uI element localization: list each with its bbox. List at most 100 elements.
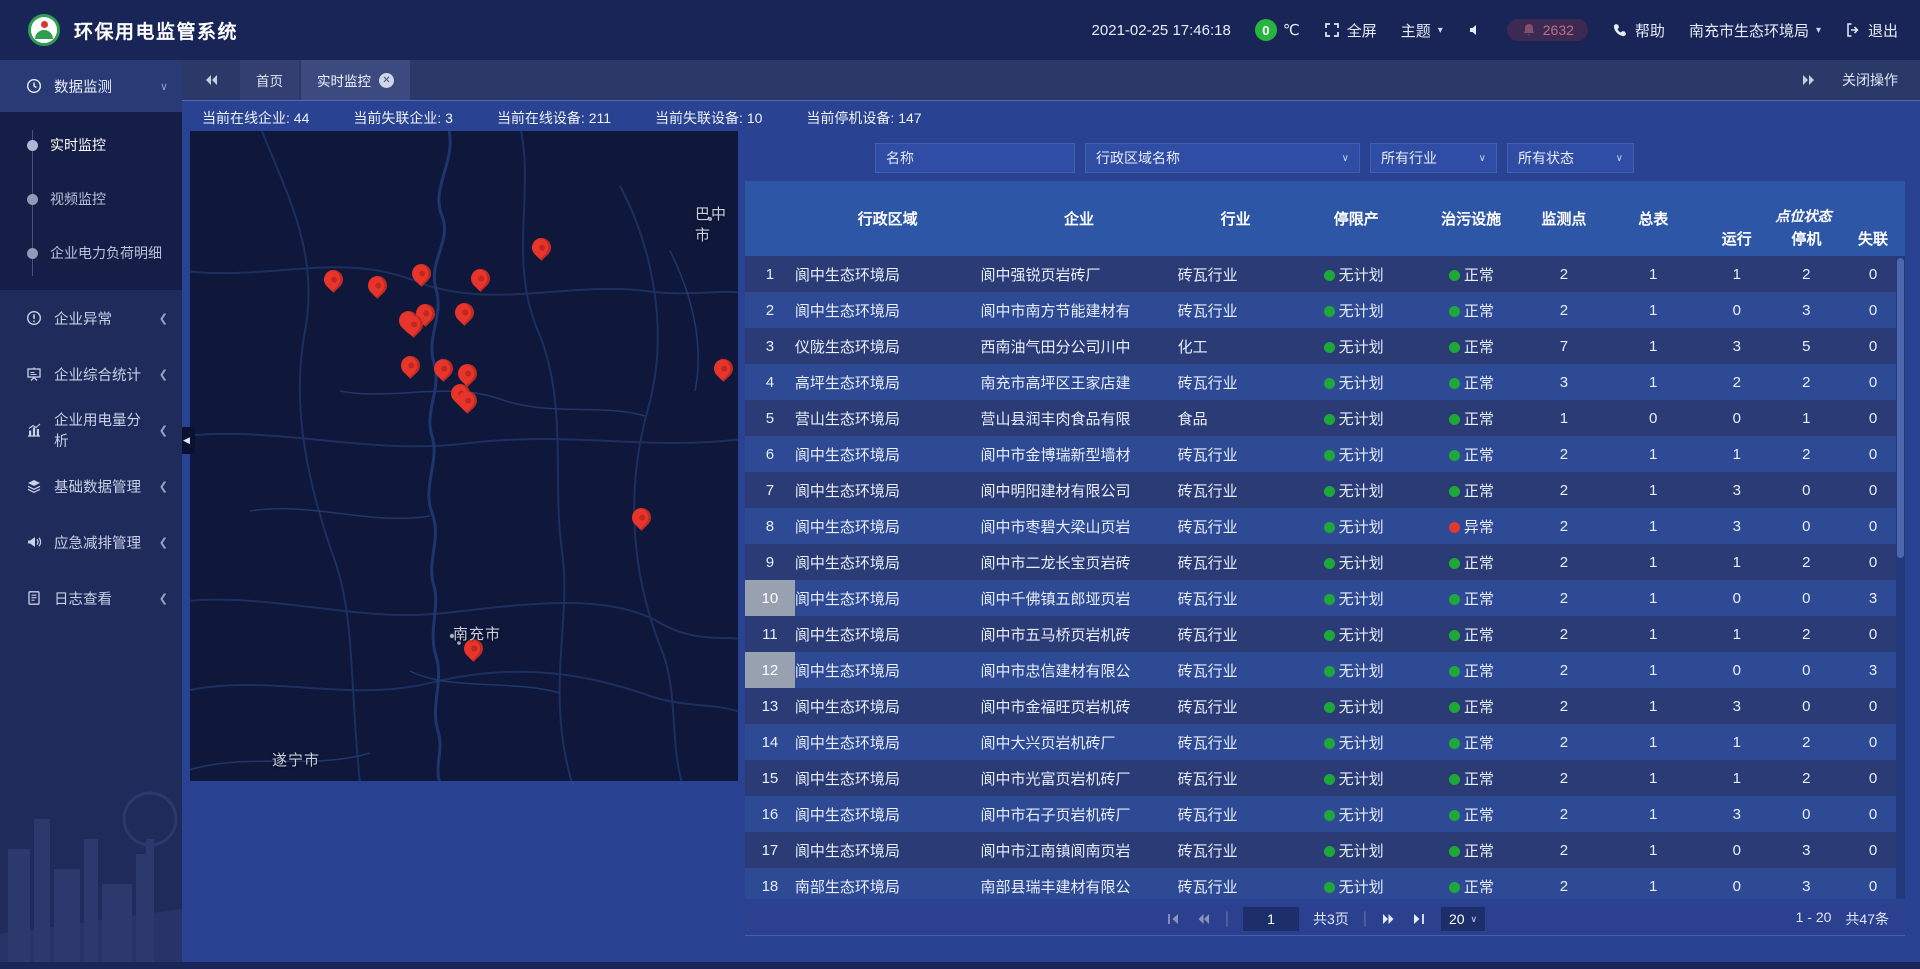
- last-page-button[interactable]: [1411, 911, 1427, 927]
- sidebar-group-clock[interactable]: 数据监测∨: [0, 60, 182, 112]
- status-dot: [1449, 306, 1460, 317]
- table-row[interactable]: 8阆中生态环境局阆中市枣碧大梁山页岩砖瓦行业无计划异常21300: [745, 508, 1905, 544]
- sidebar-item[interactable]: 视频监控: [0, 172, 182, 226]
- cell-stop-status: 无计划: [1294, 760, 1419, 796]
- sidebar-item[interactable]: 企业电力负荷明细: [0, 226, 182, 280]
- table-row[interactable]: 13阆中生态环境局阆中市金福旺页岩机砖砖瓦行业无计划正常21300: [745, 688, 1905, 724]
- help-button[interactable]: 帮助: [1612, 20, 1665, 41]
- cell-halt-count: 2: [1772, 724, 1842, 760]
- pager-separator: |: [1225, 910, 1229, 928]
- table-row[interactable]: 5营山生态环境局营山县润丰肉食品有限食品无计划正常10010: [745, 400, 1905, 436]
- status-dot: [1449, 450, 1460, 461]
- chevron-left-icon: ❮: [159, 536, 168, 549]
- first-page-button[interactable]: [1165, 911, 1181, 927]
- cell-run-count: 1: [1702, 436, 1772, 472]
- cell-facility-status: 正常: [1419, 868, 1523, 899]
- sidebar-group-alert[interactable]: 企业异常❮: [0, 290, 182, 346]
- prev-page-button[interactable]: [1195, 911, 1211, 927]
- cell-facility-status: 正常: [1419, 724, 1523, 760]
- industry-select[interactable]: 所有行业∨: [1370, 143, 1497, 173]
- tab-home[interactable]: 首页: [240, 60, 299, 100]
- table-row[interactable]: 14阆中生态环境局阆中大兴页岩机砖厂砖瓦行业无计划正常21120: [745, 724, 1905, 760]
- status-select[interactable]: 所有状态∨: [1507, 143, 1634, 173]
- table-scrollbar-thumb[interactable]: [1897, 258, 1904, 558]
- sidebar-group-label: 日志查看: [54, 588, 147, 609]
- cell-company: 阆中大兴页岩机砖厂: [980, 724, 1177, 760]
- page-size-select[interactable]: 20∨: [1441, 907, 1485, 931]
- sidebar-group-label: 企业综合统计: [54, 364, 147, 385]
- table-row[interactable]: 17阆中生态环境局阆中市江南镇阆南页岩砖瓦行业无计划正常21030: [745, 832, 1905, 868]
- alert-icon: [26, 310, 42, 326]
- cell-monitor-count: 1: [1523, 400, 1604, 436]
- cell-index: 16: [745, 796, 795, 832]
- table-scrollbar[interactable]: [1896, 256, 1905, 899]
- cell-company: 营山县润丰肉食品有限: [980, 400, 1177, 436]
- sidebar-group-layers[interactable]: 基础数据管理❮: [0, 458, 182, 514]
- cell-company: 阆中市金博瑞新型墙材: [980, 436, 1177, 472]
- cell-industry: 化工: [1178, 328, 1294, 364]
- cell-run-count: 3: [1702, 796, 1772, 832]
- cell-region: 阆中生态环境局: [795, 472, 981, 508]
- cell-stop-status: 无计划: [1294, 688, 1419, 724]
- region-select[interactable]: 行政区域名称∨: [1085, 143, 1360, 173]
- table-row[interactable]: 3仪陇生态环境局西南油气田分公司川中化工无计划正常71350: [745, 328, 1905, 364]
- cell-run-count: 1: [1702, 760, 1772, 796]
- cell-run-count: 1: [1702, 544, 1772, 580]
- next-page-button[interactable]: [1381, 911, 1397, 927]
- chart-icon: [26, 422, 42, 438]
- cell-monitor-count: 2: [1523, 508, 1604, 544]
- tabs-scroll-right-button[interactable]: [1800, 72, 1816, 88]
- table-row[interactable]: 12阆中生态环境局阆中市忠信建材有限公砖瓦行业无计划正常21003: [745, 652, 1905, 688]
- map-panel[interactable]: 巴中市南充市遂宁市: [190, 131, 738, 781]
- mute-button[interactable]: [1467, 22, 1483, 38]
- status-dot: [1324, 702, 1335, 713]
- tabs-scroll-left-button[interactable]: [182, 60, 240, 100]
- table-row[interactable]: 4高坪生态环境局南充市高坪区王家店建砖瓦行业无计划正常31220: [745, 364, 1905, 400]
- sidebar-group-chart[interactable]: 企业用电量分析❮: [0, 402, 182, 458]
- theme-menu-button[interactable]: 主题▾: [1401, 20, 1443, 41]
- status-dot: [1324, 414, 1335, 425]
- map-city-label: 南充市: [453, 623, 501, 644]
- table-row[interactable]: 7阆中生态环境局阆中明阳建材有限公司砖瓦行业无计划正常21300: [745, 472, 1905, 508]
- table-row[interactable]: 15阆中生态环境局阆中市光富页岩机砖厂砖瓦行业无计划正常21120: [745, 760, 1905, 796]
- table-row[interactable]: 2阆中生态环境局阆中市南方节能建材有砖瓦行业无计划正常21030: [745, 292, 1905, 328]
- table-row[interactable]: 18南部生态环境局南部县瑞丰建材有限公砖瓦行业无计划正常21030: [745, 868, 1905, 899]
- table-row[interactable]: 9阆中生态环境局阆中市二龙长宝页岩砖砖瓦行业无计划正常21120: [745, 544, 1905, 580]
- cell-facility-status: 正常: [1419, 832, 1523, 868]
- cell-index: 18: [745, 868, 795, 899]
- table-row[interactable]: 11阆中生态环境局阆中市五马桥页岩机砖砖瓦行业无计划正常21120: [745, 616, 1905, 652]
- table-row[interactable]: 1阆中生态环境局阆中强锐页岩砖厂砖瓦行业无计划正常21120: [745, 256, 1905, 292]
- sidebar-group-board[interactable]: 企业综合统计❮: [0, 346, 182, 402]
- cell-monitor-count: 7: [1523, 328, 1604, 364]
- stat-item: 当前失联企业: 3: [353, 108, 453, 128]
- page-number-input[interactable]: [1243, 907, 1299, 931]
- cell-stop-status: 无计划: [1294, 472, 1419, 508]
- cell-run-count: 3: [1702, 472, 1772, 508]
- sidebar-group-log[interactable]: 日志查看❮: [0, 570, 182, 626]
- sidebar-group-horn[interactable]: 应急减排管理❮: [0, 514, 182, 570]
- tab-realtime-monitor[interactable]: 实时监控 ✕: [301, 60, 410, 100]
- col-monitor: 监测点: [1523, 181, 1604, 256]
- close-operations-button[interactable]: 关闭操作: [1842, 70, 1898, 90]
- cell-index: 9: [745, 544, 795, 580]
- sidebar-group-label: 基础数据管理: [54, 476, 147, 497]
- logout-button[interactable]: 退出: [1845, 20, 1898, 41]
- fullscreen-button[interactable]: 全屏: [1324, 20, 1377, 41]
- cell-company: 阆中市五马桥页岩机砖: [980, 616, 1177, 652]
- name-search-input[interactable]: [875, 143, 1075, 173]
- cell-halt-count: 0: [1772, 688, 1842, 724]
- table-row[interactable]: 16阆中生态环境局阆中市石子页岩机砖厂砖瓦行业无计划正常21300: [745, 796, 1905, 832]
- layers-icon: [26, 478, 42, 494]
- cell-industry: 砖瓦行业: [1178, 436, 1294, 472]
- cell-industry: 砖瓦行业: [1178, 796, 1294, 832]
- table-row[interactable]: 10阆中生态环境局阆中千佛镇五郎垭页岩砖瓦行业无计划正常21003: [745, 580, 1905, 616]
- sidebar-item[interactable]: 实时监控: [0, 118, 182, 172]
- org-menu-button[interactable]: 南充市生态环境局▾: [1689, 20, 1821, 41]
- cell-index: 14: [745, 724, 795, 760]
- cell-facility-status: 正常: [1419, 616, 1523, 652]
- cell-meter-count: 1: [1605, 832, 1702, 868]
- app-logo: [28, 14, 60, 46]
- tab-close-icon[interactable]: ✕: [379, 73, 394, 88]
- notification-badge[interactable]: 2632: [1507, 19, 1588, 41]
- table-row[interactable]: 6阆中生态环境局阆中市金博瑞新型墙材砖瓦行业无计划正常21120: [745, 436, 1905, 472]
